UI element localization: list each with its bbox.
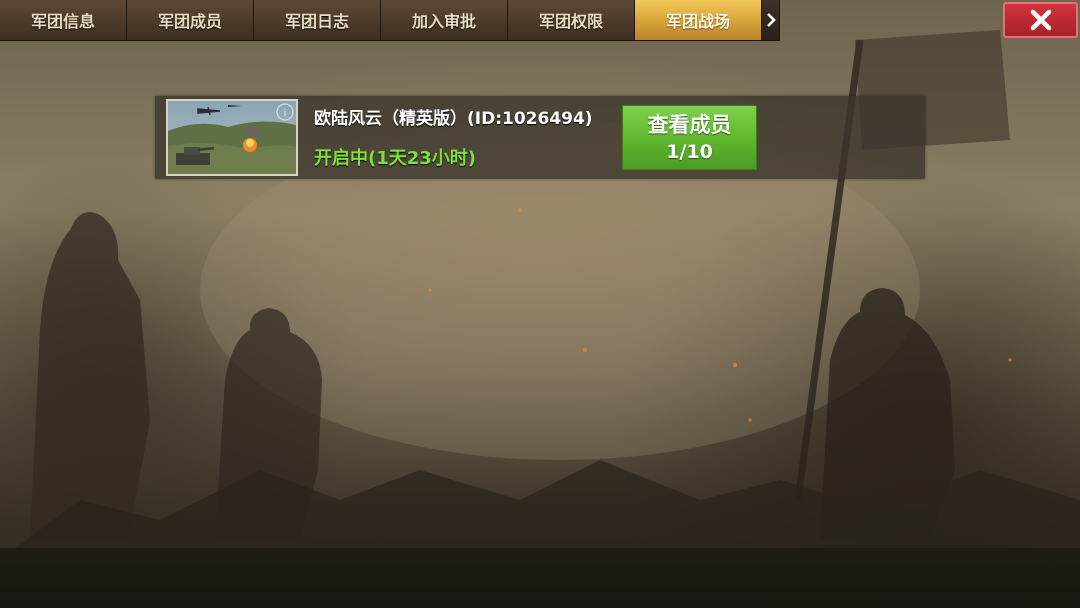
battlefield-status: 开启中(1天23小时) (314, 148, 477, 169)
tab-legion-log[interactable]: 军团日志 (254, 0, 381, 40)
bottom-bar (0, 548, 1080, 608)
battlefield-thumbnail: i (166, 99, 298, 176)
battlefield-background (0, 30, 1080, 608)
game-screen: 军团信息 军团成员 军团日志 加入审批 军团权限 军团战场 i 欧陆风云（精英版… (0, 0, 1080, 608)
tab-bar: 军团信息 军团成员 军团日志 加入审批 军团权限 军团战场 (0, 0, 780, 41)
close-icon (1030, 9, 1051, 31)
battlefield-card: i 欧陆风云（精英版）(ID:1026494) 开启中(1天23小时) 查看成员… (155, 96, 925, 179)
tab-join-approval[interactable]: 加入审批 (381, 0, 508, 40)
view-members-button[interactable]: 查看成员 1/10 (622, 105, 757, 170)
member-count: 1/10 (666, 140, 713, 163)
chevron-right-icon[interactable] (762, 0, 780, 40)
view-members-label: 查看成员 (647, 112, 732, 137)
tab-legion-members[interactable]: 军团成员 (127, 0, 254, 40)
svg-text:i: i (284, 108, 286, 119)
tab-legion-battlefield[interactable]: 军团战场 (635, 0, 762, 40)
battlefield-title: 欧陆风云（精英版）(ID:1026494) (314, 109, 593, 129)
close-button[interactable] (1003, 2, 1078, 38)
tab-legion-info[interactable]: 军团信息 (0, 0, 127, 40)
tab-legion-permissions[interactable]: 军团权限 (508, 0, 635, 40)
